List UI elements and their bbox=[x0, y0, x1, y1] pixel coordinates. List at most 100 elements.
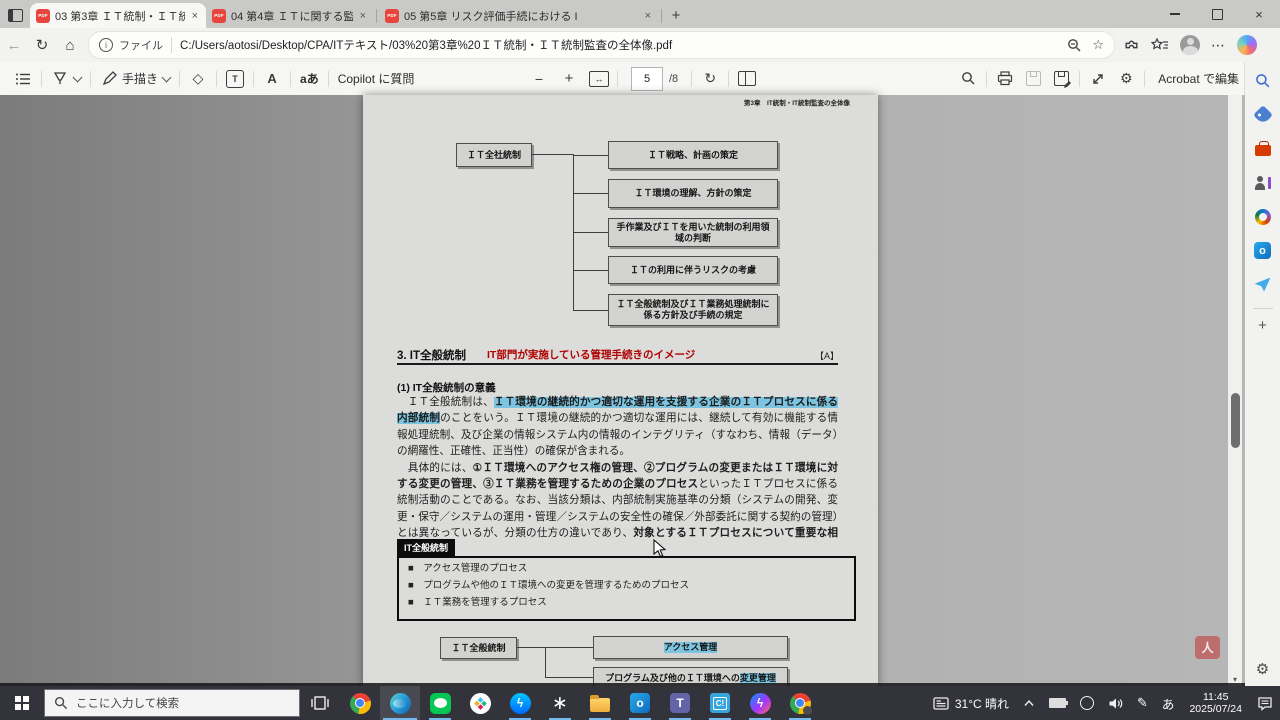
refresh-icon[interactable]: ↻ bbox=[28, 36, 56, 54]
zoom-page-icon[interactable] bbox=[1067, 38, 1082, 53]
close-tab-icon[interactable]: × bbox=[643, 10, 653, 22]
sidebar-tools-icon[interactable] bbox=[1250, 135, 1276, 162]
read-aloud-icon[interactable]: A bbox=[261, 67, 283, 91]
chevron-down-icon[interactable] bbox=[162, 72, 172, 82]
pdf-viewport[interactable]: 第3章 IT統制・IT統制監査の全体像 ＩＴ全社統制 ＩＴ戦略、計画の策定 ＩＴ… bbox=[0, 95, 1245, 686]
settings-menu-icon[interactable]: ⋯ bbox=[1211, 37, 1226, 54]
taskbar-app-slack[interactable] bbox=[460, 686, 500, 720]
weather-widget[interactable]: 31°C 晴れ bbox=[926, 686, 1016, 720]
acrobat-float-icon[interactable]: 人 bbox=[1195, 636, 1220, 659]
page-info-icon[interactable]: i bbox=[99, 38, 113, 52]
profile-avatar[interactable] bbox=[1180, 35, 1200, 55]
taskbar-app-clipstudio[interactable]: C! bbox=[700, 686, 740, 720]
draw-pen-icon[interactable] bbox=[98, 67, 120, 91]
fit-to-width-icon[interactable]: ↔ bbox=[588, 67, 610, 91]
rotate-icon[interactable]: ↻ bbox=[699, 67, 721, 91]
zoom-in-icon[interactable]: + bbox=[558, 67, 580, 91]
clock-widget[interactable]: 11:45 2025/07/24 bbox=[1181, 691, 1250, 716]
pen-settings[interactable]: ✎ bbox=[1130, 686, 1155, 720]
connector-line bbox=[517, 647, 545, 648]
home-icon[interactable]: ⌂ bbox=[56, 37, 84, 54]
workspace-menu-button[interactable] bbox=[0, 2, 30, 28]
date-label: 2025/07/24 bbox=[1189, 703, 1242, 716]
back-icon[interactable]: ← bbox=[0, 37, 28, 54]
page-number-input[interactable] bbox=[631, 67, 663, 91]
print-icon[interactable] bbox=[994, 67, 1016, 91]
bullet-box: ■ アクセス管理のプロセス ■ プログラムや他のＩＴ環境への変更を管理するための… bbox=[397, 556, 856, 621]
hidden-icons-button[interactable] bbox=[1016, 686, 1042, 720]
vertical-scrollbar[interactable]: ▾ bbox=[1228, 95, 1242, 686]
taskbar-app-chatgpt[interactable]: ∗ bbox=[540, 686, 580, 720]
file-scheme-label: ファイル bbox=[119, 37, 172, 53]
edit-in-acrobat-button[interactable]: Acrobat で編集 bbox=[1158, 70, 1239, 87]
section-annotation: IT部門が実施している管理手続きのイメージ bbox=[487, 347, 695, 362]
connector-line bbox=[545, 647, 546, 678]
taskbar-app-explorer[interactable] bbox=[580, 686, 620, 720]
system-tray: 31°C 晴れ ✎ あ 11:45 2025/07/24 bbox=[926, 686, 1280, 720]
page-view-icon[interactable] bbox=[736, 67, 758, 91]
maximize-button[interactable] bbox=[1196, 0, 1238, 28]
tab-chapter3[interactable]: PDF 03 第3章 ＩＴ統制・ＩＴ統制監査 × bbox=[30, 3, 206, 28]
search-document-icon[interactable] bbox=[957, 67, 979, 91]
toolbar-divider bbox=[728, 71, 729, 87]
taskbar-app-messenger[interactable]: ϟ bbox=[500, 686, 540, 720]
sidebar-drop-icon[interactable] bbox=[1250, 271, 1276, 298]
two-page-glyph bbox=[738, 71, 756, 86]
url-text[interactable]: C:/Users/aotosi/Desktop/CPA/ITテキスト/03%20… bbox=[180, 37, 1057, 53]
save-icon[interactable] bbox=[1022, 67, 1044, 91]
sidebar-search-icon[interactable] bbox=[1250, 67, 1276, 94]
battery-indicator[interactable] bbox=[1042, 686, 1073, 720]
taskbar-app-chrome-alt[interactable] bbox=[780, 686, 820, 720]
eraser-icon[interactable]: ◇ bbox=[187, 67, 209, 91]
action-center-button[interactable] bbox=[1250, 686, 1280, 720]
copilot-icon[interactable] bbox=[1237, 35, 1257, 55]
chrome-icon bbox=[350, 693, 371, 714]
close-tab-icon[interactable]: × bbox=[358, 10, 368, 22]
draw-label[interactable]: 手描き bbox=[122, 70, 158, 87]
highlighter-icon[interactable] bbox=[49, 67, 71, 91]
ask-copilot-button[interactable]: Copilot に質問 bbox=[338, 70, 415, 87]
volume-control[interactable] bbox=[1101, 686, 1130, 720]
chevron-down-icon[interactable] bbox=[73, 72, 83, 82]
tab-title: 03 第3章 ＩＴ統制・ＩＴ統制監査 bbox=[55, 8, 185, 24]
messenger-gradient-icon: ϟ bbox=[750, 693, 771, 714]
tab-chapter4[interactable]: PDF 04 第4章 ＩＴに関する監査の種類 × bbox=[206, 3, 374, 28]
sidebar-outlook-icon[interactable]: o bbox=[1250, 237, 1276, 264]
sidebar-shopping-icon[interactable] bbox=[1250, 101, 1276, 128]
taskbar-app-edge[interactable] bbox=[380, 686, 420, 720]
taskbar-app-outlook[interactable]: o bbox=[620, 686, 660, 720]
ime-indicator[interactable]: あ bbox=[1155, 686, 1182, 720]
url-field[interactable]: i ファイル C:/Users/aotosi/Desktop/CPA/ITテキス… bbox=[88, 31, 1115, 59]
taskbar-app-chrome[interactable] bbox=[340, 686, 380, 720]
zoom-out-icon[interactable]: − bbox=[528, 67, 550, 91]
sidebar-games-icon[interactable] bbox=[1250, 169, 1276, 196]
sidebar-m365-icon[interactable] bbox=[1250, 203, 1276, 230]
sidebar-add-button[interactable]: + bbox=[1258, 317, 1267, 334]
translate-icon[interactable]: aあ bbox=[300, 70, 319, 87]
taskbar-app-line[interactable] bbox=[420, 686, 460, 720]
close-window-button[interactable]: × bbox=[1238, 0, 1280, 28]
start-button[interactable] bbox=[0, 686, 44, 720]
favorites-bar-icon[interactable] bbox=[1151, 37, 1169, 53]
taskbar-app-teams[interactable]: T bbox=[660, 686, 700, 720]
favorite-star-icon[interactable]: ☆ bbox=[1092, 37, 1104, 53]
sidebar-settings-gear-icon[interactable]: ⚙ bbox=[1256, 660, 1269, 678]
task-view-button[interactable] bbox=[300, 686, 340, 720]
close-tab-icon[interactable]: × bbox=[190, 10, 200, 22]
save-as-icon[interactable] bbox=[1050, 67, 1072, 91]
minimize-button[interactable] bbox=[1154, 0, 1196, 28]
floppy-glyph bbox=[1026, 71, 1041, 86]
extensions-icon[interactable] bbox=[1123, 37, 1140, 54]
security-indicator[interactable] bbox=[1073, 686, 1101, 720]
pdf-settings-gear-icon[interactable]: ⚙ bbox=[1115, 67, 1137, 91]
fullscreen-icon[interactable] bbox=[1087, 67, 1109, 91]
chatgpt-icon: ∗ bbox=[549, 692, 571, 714]
table-of-contents-icon[interactable] bbox=[12, 67, 34, 91]
taskbar-search-box[interactable]: ここに入力して検索 bbox=[44, 689, 300, 717]
tab-chapter5[interactable]: PDF 05 第5章 リスク評価手続における I × bbox=[379, 3, 659, 28]
connector-line bbox=[532, 154, 573, 155]
new-tab-button[interactable]: + bbox=[664, 3, 688, 27]
scrollbar-thumb[interactable] bbox=[1231, 393, 1240, 448]
taskbar-app-messenger-alt[interactable]: ϟ bbox=[740, 686, 780, 720]
add-text-icon[interactable]: T bbox=[224, 67, 246, 91]
